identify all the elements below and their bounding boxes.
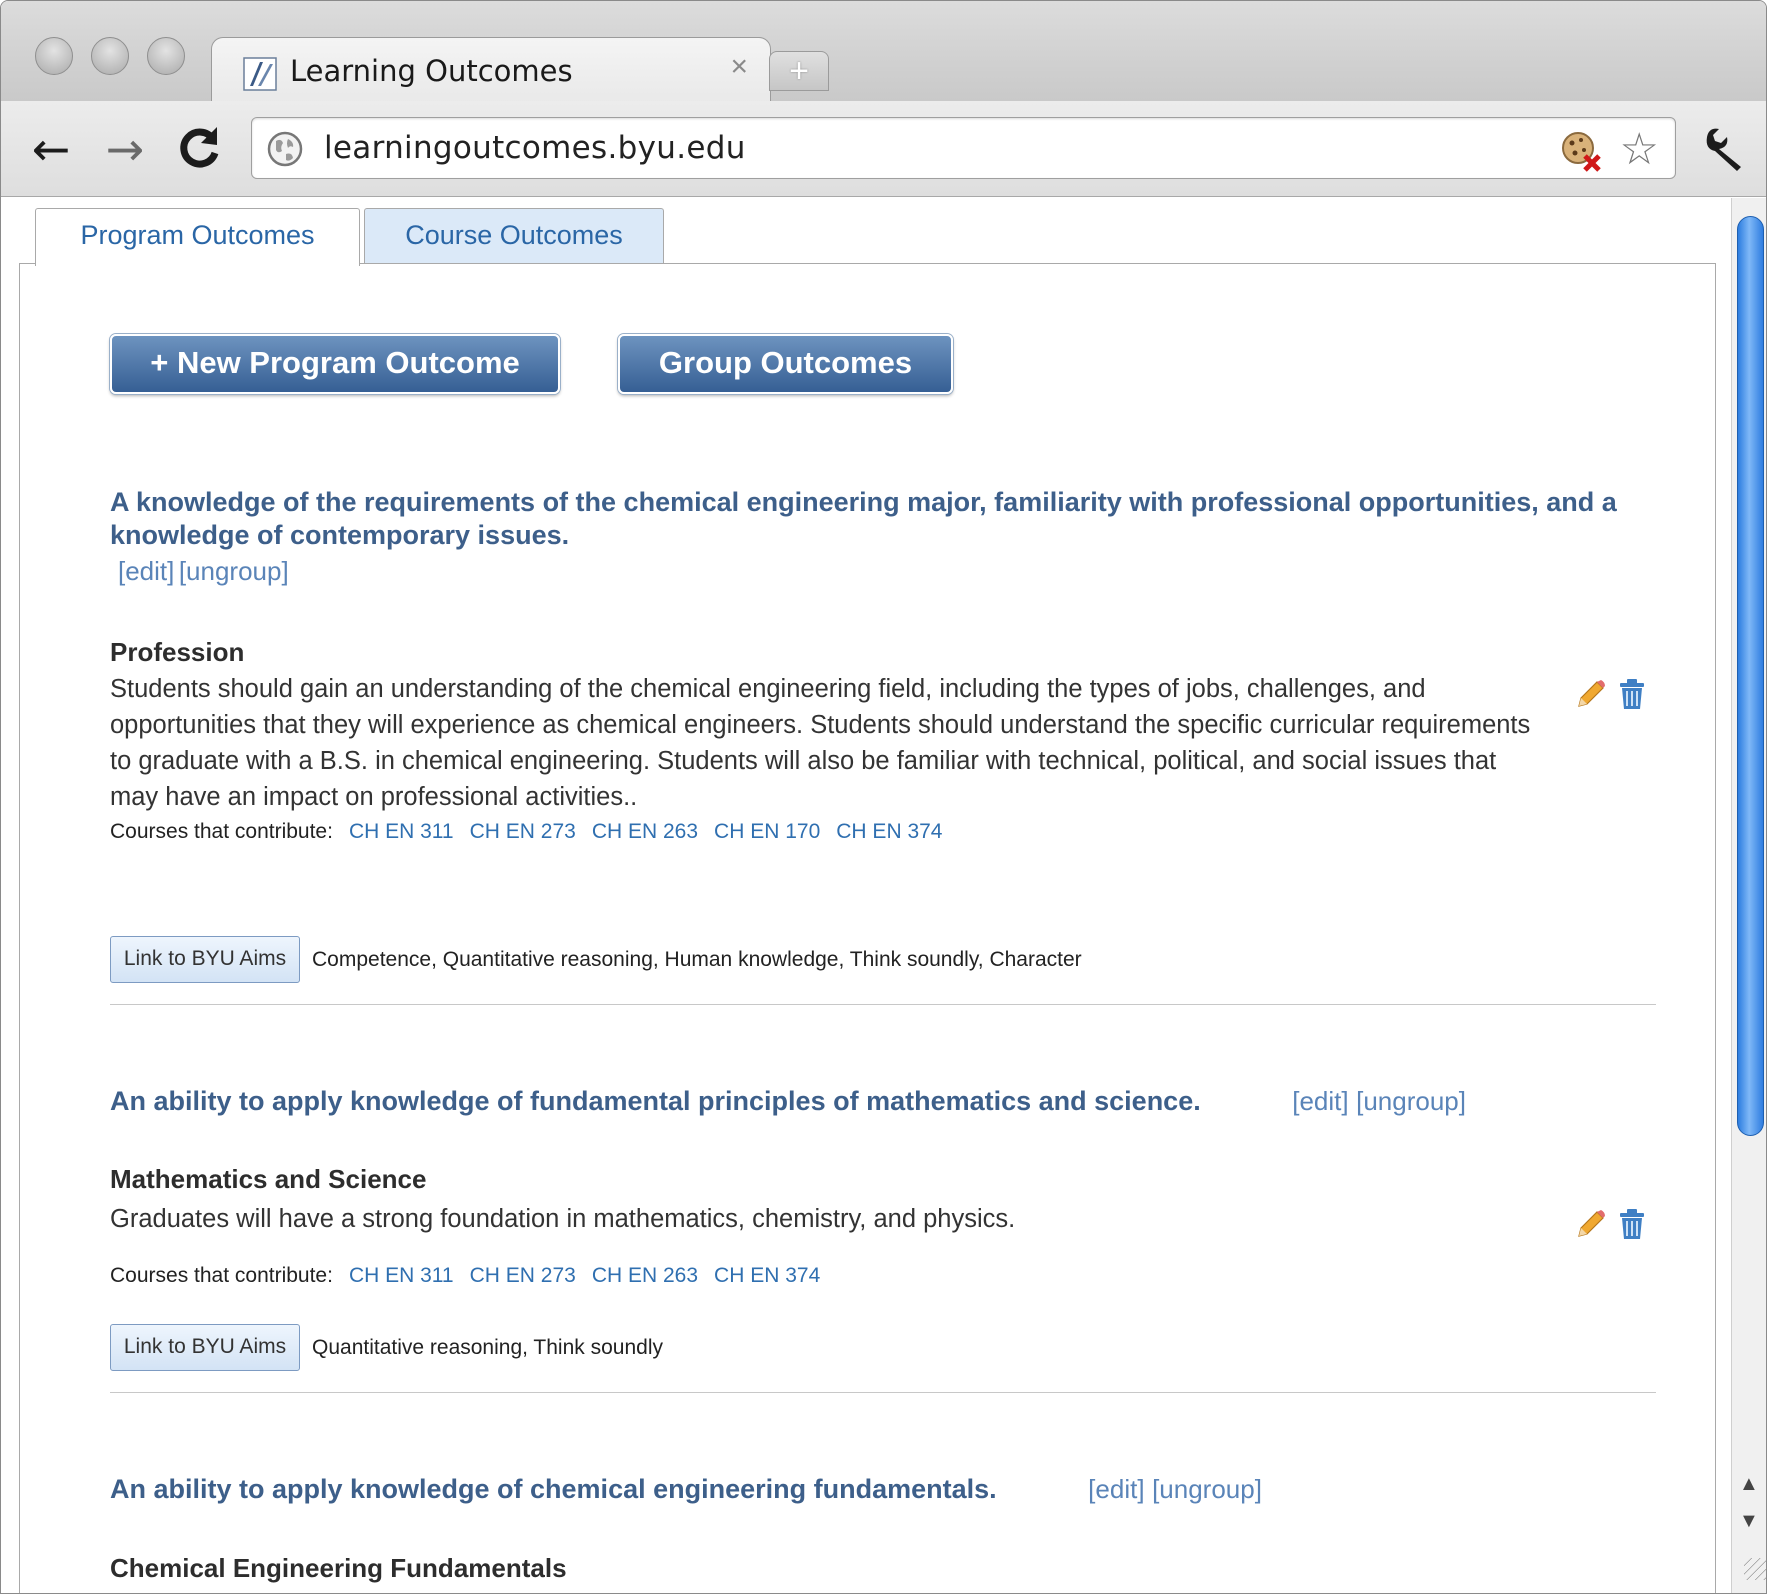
ungroup-link[interactable]: [ungroup] (179, 556, 289, 586)
ungroup-link[interactable]: [ungroup] (1152, 1474, 1262, 1504)
group-actions: [edit] [ungroup] (118, 556, 289, 587)
edit-group-link[interactable]: [edit] (118, 556, 174, 586)
link-to-byu-aims-button[interactable]: Link to BYU Aims (110, 936, 300, 983)
tab-close-icon[interactable]: × (730, 50, 748, 84)
byu-favicon-icon (243, 57, 277, 91)
back-arrow-icon[interactable]: ← (23, 121, 79, 177)
trash-icon[interactable] (1618, 678, 1646, 710)
browser-window: Learning Outcomes × + ← → learningoutcom… (0, 0, 1767, 1594)
globe-icon (267, 131, 303, 167)
browser-tab[interactable]: Learning Outcomes × (211, 37, 771, 103)
url-text[interactable]: learningoutcomes.byu.edu (324, 130, 746, 166)
linked-aims-text: Competence, Quantitative reasoning, Huma… (312, 948, 1082, 971)
tab-program-outcomes[interactable]: Program Outcomes (35, 208, 360, 266)
wrench-icon[interactable] (1699, 123, 1749, 173)
forward-arrow-icon[interactable]: → (97, 121, 153, 177)
course-link[interactable]: CH EN 311 (349, 1264, 454, 1287)
group-outcomes-button[interactable]: Group Outcomes (618, 334, 953, 394)
title-bar: Learning Outcomes × + (1, 1, 1766, 103)
page-viewport: Program Outcomes Course Outcomes + New P… (1, 198, 1731, 1593)
scroll-up-arrow-icon[interactable]: ▲ (1739, 1473, 1759, 1496)
contributing-courses: Courses that contribute: CH EN 311 CH EN 2… (110, 1264, 821, 1287)
link-to-byu-aims-button[interactable]: Link to BYU Aims (110, 1324, 300, 1371)
scroll-down-arrow-icon[interactable]: ▼ (1739, 1510, 1759, 1533)
scrollbar-thumb[interactable] (1737, 216, 1764, 1136)
outcome-title: Profession (110, 637, 245, 667)
linked-aims-text: Quantitative reasoning, Think soundly (312, 1336, 663, 1359)
vertical-scrollbar[interactable]: ▲ ▼ (1731, 198, 1766, 1593)
minimize-window-button[interactable] (91, 37, 129, 75)
ungroup-link[interactable]: [ungroup] (1356, 1086, 1466, 1116)
browser-toolbar: ← → learningoutcomes.byu.edu ☆ (1, 101, 1766, 197)
tab-title: Learning Outcomes (290, 54, 573, 88)
program-outcomes-panel: + New Program Outcome Group Outcomes A k… (19, 263, 1716, 1593)
new-tab-button[interactable]: + (769, 51, 829, 91)
tab-course-outcomes[interactable]: Course Outcomes (364, 208, 664, 264)
course-link[interactable]: CH EN 374 (836, 820, 942, 843)
course-link[interactable]: CH EN 263 (592, 820, 698, 843)
edit-group-link[interactable]: [edit] (1292, 1086, 1348, 1116)
bookmark-star-icon[interactable]: ☆ (1620, 124, 1659, 175)
group-title: An ability to apply knowledge of fundame… (110, 1086, 1466, 1116)
edit-group-link[interactable]: [edit] (1088, 1474, 1144, 1504)
divider (110, 1004, 1656, 1005)
new-program-outcome-button[interactable]: + New Program Outcome (110, 334, 560, 394)
course-link[interactable]: CH EN 263 (592, 1264, 698, 1287)
course-link[interactable]: CH EN 374 (714, 1264, 820, 1287)
outcome-description: Students should gain an understanding of… (110, 675, 1531, 811)
blocked-cookie-icon[interactable] (1559, 128, 1603, 172)
edit-pencil-icon[interactable] (1575, 1208, 1607, 1240)
outcome-title: Chemical Engineering Fundamentals (110, 1553, 567, 1583)
course-link[interactable]: CH EN 273 (470, 820, 576, 843)
zoom-window-button[interactable] (147, 37, 185, 75)
edit-pencil-icon[interactable] (1575, 678, 1607, 710)
group-title: An ability to apply knowledge of chemica… (110, 1474, 1262, 1504)
course-link[interactable]: CH EN 273 (470, 1264, 576, 1287)
group-title: A knowledge of the requirements of the c… (110, 487, 1617, 550)
divider (110, 1392, 1656, 1393)
address-bar[interactable]: learningoutcomes.byu.edu ☆ (251, 117, 1676, 179)
reload-icon[interactable] (177, 125, 223, 171)
course-link[interactable]: CH EN 311 (349, 820, 454, 843)
outcome-title: Mathematics and Science (110, 1164, 427, 1194)
outcome-description: Graduates will have a strong foundation … (110, 1205, 1016, 1233)
close-window-button[interactable] (35, 37, 73, 75)
resize-grip-icon[interactable] (1744, 1558, 1766, 1580)
course-link[interactable]: CH EN 170 (714, 820, 820, 843)
contributing-courses: Courses that contribute: CH EN 311 CH EN 2… (110, 820, 943, 843)
trash-icon[interactable] (1618, 1208, 1646, 1240)
